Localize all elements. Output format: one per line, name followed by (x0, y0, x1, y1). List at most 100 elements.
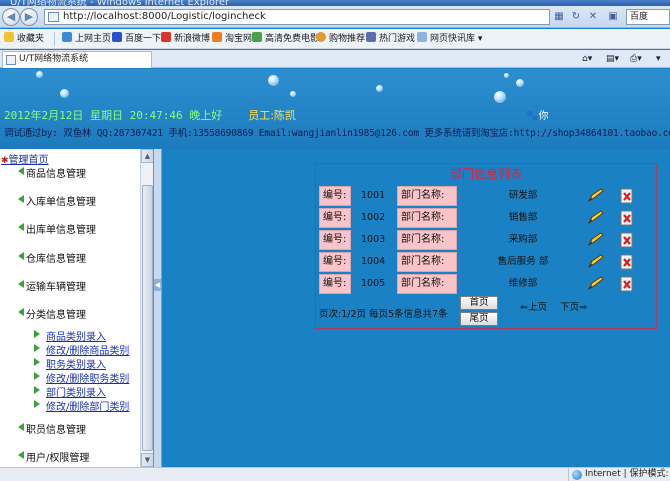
menu-category-vehicles[interactable]: 运输车辆管理 (18, 278, 86, 293)
first-page-button[interactable]: 首页 (460, 296, 498, 310)
dept-name: 研发部 (508, 190, 538, 201)
edit-pencil-icon[interactable] (587, 187, 605, 203)
table-row: 编号: 1004 部门名称: 售后服务 部 (319, 252, 654, 272)
web-icon (62, 32, 72, 42)
taobao-icon (212, 32, 222, 42)
menu-category-warehouse[interactable]: 仓库信息管理 (18, 250, 86, 265)
game-icon (366, 32, 376, 42)
address-url[interactable]: http://localhost:8000/Logistic/loginchec… (63, 11, 266, 22)
delete-icon[interactable] (620, 276, 634, 292)
dept-id: 1001 (361, 190, 386, 201)
collapse-toggle-icon[interactable]: ◀ (154, 279, 161, 291)
submenu-job-type-edit[interactable]: 修改/删除职务类别 (34, 370, 129, 385)
bubble-decoration (268, 75, 279, 86)
compatibility-icon[interactable]: ▦ (551, 9, 567, 25)
menu-category-goods[interactable]: 商品信息管理 (18, 165, 86, 180)
favorite-link[interactable]: 热门游戏 (366, 32, 415, 46)
page-menu-icon[interactable]: ▾ (656, 51, 661, 67)
menu-category-users[interactable]: 用户/权限管理 (18, 449, 89, 464)
expand-arrow-icon (18, 167, 24, 175)
bubble-decoration (290, 91, 296, 97)
menu-category-staff[interactable]: 职员信息管理 (18, 421, 86, 436)
table-row: 编号: 1003 部门名称: 采购部 (319, 230, 654, 250)
refresh-icon[interactable]: ↻ (568, 9, 584, 25)
menu-category-outbound[interactable]: 出库单信息管理 (18, 221, 96, 236)
delete-icon[interactable] (620, 232, 634, 248)
delete-icon[interactable] (620, 210, 634, 226)
bubble-decoration (36, 71, 43, 78)
mascot-icon: 🐾你 (526, 111, 549, 122)
id-label: 编号: (319, 274, 351, 294)
feeds-icon[interactable]: ▤▾ (606, 51, 619, 67)
security-zone[interactable]: Internet | 保护模式: 禁用 (568, 468, 670, 481)
submenu-dept-type-edit[interactable]: 修改/删除部门类别 (34, 398, 129, 413)
arrow-right-icon (34, 386, 40, 394)
expand-arrow-icon (18, 252, 24, 260)
edit-pencil-icon[interactable] (587, 209, 605, 225)
date-time-display: 2012年2月12日 星期日 20:47:46 晚上好 员工:陈凯 (4, 107, 296, 123)
date-time-text: 2012年2月12日 星期日 20:47:46 晚上好 (4, 109, 223, 122)
tab-bar: U/T网络物流系统 ⌂▾ ▤▾ ⎙▾ ▾ (0, 50, 670, 68)
expand-arrow-icon (18, 423, 24, 431)
print-icon[interactable]: ⎙▾ (630, 51, 642, 67)
expand-arrow-icon (18, 280, 24, 288)
edit-pencil-icon[interactable] (587, 253, 605, 269)
name-label: 部门名称: (397, 208, 457, 228)
submenu-goods-type-add[interactable]: 商品类别录入 (34, 328, 106, 343)
submenu-job-type-add[interactable]: 职务类别录入 (34, 356, 106, 371)
star-icon (4, 32, 14, 42)
delete-icon[interactable] (620, 188, 634, 204)
edit-pencil-icon[interactable] (587, 231, 605, 247)
submenu-goods-type-edit[interactable]: 修改/删除商品类别 (34, 342, 129, 357)
menu-scrollbar[interactable]: ▲ ▼ (140, 149, 153, 467)
bubble-decoration (494, 91, 506, 103)
id-label: 编号: (319, 252, 351, 272)
scrollbar-thumb[interactable] (142, 185, 153, 451)
dept-id: 1004 (361, 256, 386, 267)
delete-icon[interactable] (620, 254, 634, 270)
search-provider-icon[interactable]: ▣ (605, 9, 621, 25)
scroll-down-arrow-icon[interactable]: ▼ (141, 453, 153, 467)
favorite-link[interactable]: 购物推荐 (316, 32, 365, 46)
address-bar[interactable]: http://localhost:8000/Logistic/loginchec… (44, 9, 550, 25)
home-icon: ✱ (1, 156, 9, 166)
table-row: 编号: 1002 部门名称: 销售部 (319, 208, 654, 228)
bubble-decoration (60, 89, 69, 98)
globe-icon (572, 470, 582, 480)
favorite-link[interactable]: 淘宝网 (212, 32, 252, 46)
menu-category-classification[interactable]: 分类信息管理 (18, 306, 86, 321)
frame-splitter[interactable]: ◀ (154, 149, 162, 467)
stop-icon[interactable]: ✕ (585, 9, 601, 25)
edit-pencil-icon[interactable] (587, 275, 605, 291)
favorite-link[interactable]: 高清免费电影 (252, 32, 319, 46)
favorites-bar: 收藏夹 上网主页 百度一下 新浪微博 淘宝网 高清免费电影 购物推荐 热门游戏 … (0, 29, 670, 49)
prev-page-link[interactable]: ⇐上页 (520, 299, 547, 313)
name-label: 部门名称: (397, 230, 457, 250)
home-link[interactable]: ✱管理首页 (1, 151, 49, 166)
table-row: 编号: 1001 部门名称: 研发部 (319, 186, 654, 206)
menu-category-inbound[interactable]: 入库单信息管理 (18, 193, 96, 208)
forward-button[interactable]: ▶ (20, 8, 38, 26)
movie-icon (252, 32, 262, 42)
favorite-link[interactable]: 网页快讯库 ▾ (417, 32, 482, 46)
dept-name: 采购部 (508, 234, 538, 245)
favorite-link[interactable]: 上网主页 (62, 32, 111, 46)
favorites-button[interactable]: 收藏夹 (4, 32, 44, 46)
dept-name: 维修部 (508, 278, 538, 289)
arrow-right-icon (34, 372, 40, 380)
expand-arrow-icon (18, 451, 24, 459)
next-page-link[interactable]: 下页⇒ (560, 299, 587, 313)
scroll-up-arrow-icon[interactable]: ▲ (141, 149, 153, 163)
id-label: 编号: (319, 186, 351, 206)
favorite-link[interactable]: 百度一下 (112, 32, 161, 46)
search-input[interactable]: 百度 (626, 9, 670, 25)
dept-name: 售后服务 部 (497, 256, 549, 267)
home-icon[interactable]: ⌂▾ (582, 51, 592, 67)
submenu-dept-type-add[interactable]: 部门类别录入 (34, 384, 106, 399)
favorite-link[interactable]: 新浪微博 (161, 32, 210, 46)
back-button[interactable]: ◀ (2, 8, 20, 26)
browser-tab[interactable]: U/T网络物流系统 (2, 51, 152, 68)
department-list-panel: 部门信息列表 编号: 1001 部门名称: 研发部 编号: 1002 部门名称:… (315, 163, 657, 329)
id-label: 编号: (319, 230, 351, 250)
last-page-button[interactable]: 尾页 (460, 312, 498, 326)
